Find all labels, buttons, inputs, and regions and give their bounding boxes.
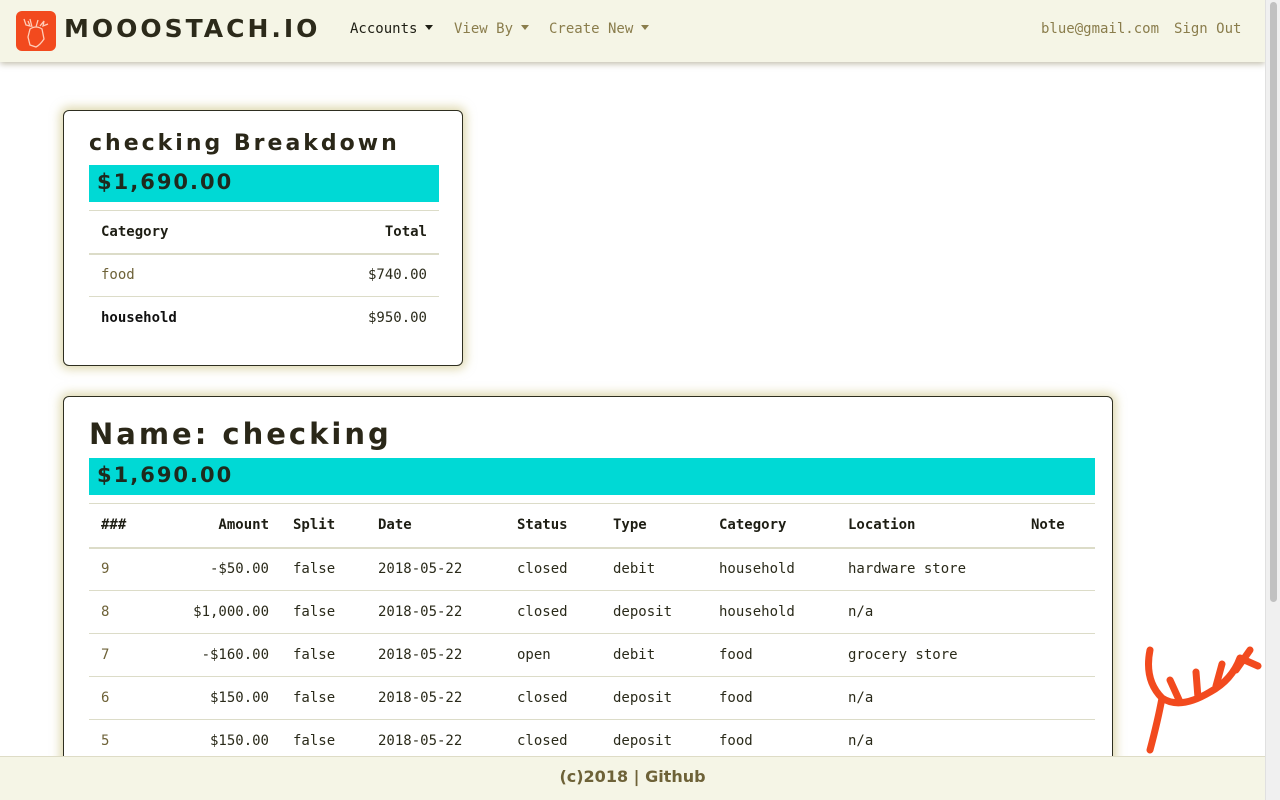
transaction-location: n/a xyxy=(836,676,1019,720)
breakdown-table-wrapper: Category Total food $740.00 household $9… xyxy=(89,210,439,340)
transaction-split: false xyxy=(281,590,366,634)
account-card: Name: checking $1,690.00 ### Amount Spli… xyxy=(63,396,1113,796)
breakdown-table: Category Total food $740.00 household $9… xyxy=(89,210,439,340)
transaction-date: 2018-05-22 xyxy=(366,547,505,591)
brand-title[interactable]: MOOOSTACH.IO xyxy=(64,14,320,43)
transaction-split: false xyxy=(281,633,366,677)
chevron-down-icon xyxy=(641,25,650,30)
transaction-status: closed xyxy=(505,676,601,720)
transaction-location: hardware store xyxy=(836,547,1019,591)
column-header-type: Type xyxy=(601,503,707,549)
nav-accounts-dropdown[interactable]: Accounts xyxy=(350,21,434,37)
transaction-category: household xyxy=(707,547,836,591)
nav-accounts-label: Accounts xyxy=(350,21,418,37)
transaction-category: food xyxy=(707,676,836,720)
transaction-note xyxy=(1019,590,1095,634)
transactions-table: ### Amount Split Date Status Type Catego… xyxy=(89,503,1095,763)
transaction-date: 2018-05-22 xyxy=(366,590,505,634)
transaction-location: n/a xyxy=(836,590,1019,634)
chevron-down-icon xyxy=(521,25,530,30)
sign-out-link[interactable]: Sign Out xyxy=(1174,21,1241,37)
nav-create-new-dropdown[interactable]: Create New xyxy=(549,21,650,37)
account-balance-banner: $1,690.00 xyxy=(89,458,1095,495)
category-link-food[interactable]: food xyxy=(89,253,281,297)
breakdown-card: checking Breakdown $1,690.00 Category To… xyxy=(63,110,463,366)
column-header-category: Category xyxy=(89,210,281,255)
transaction-amount: $1,000.00 xyxy=(151,590,281,634)
column-header-date: Date xyxy=(366,503,505,549)
moose-antler-icon xyxy=(1145,646,1262,754)
transaction-note xyxy=(1019,547,1095,591)
transactions-table-wrapper: ### Amount Split Date Status Type Catego… xyxy=(89,503,1095,763)
transaction-id-link[interactable]: 7 xyxy=(89,633,151,677)
column-header-location: Location xyxy=(836,503,1019,549)
transaction-category: household xyxy=(707,590,836,634)
transaction-date: 2018-05-22 xyxy=(366,676,505,720)
category-link-household[interactable]: household xyxy=(89,297,280,340)
user-email-link[interactable]: blue@gmail.com xyxy=(1041,21,1159,37)
table-row: 7 -$160.00 false 2018-05-22 open debit f… xyxy=(89,633,1095,677)
page-footer: (c)2018 | Github xyxy=(0,756,1265,800)
table-row: household $950.00 xyxy=(89,297,439,340)
table-row: 8 $1,000.00 false 2018-05-22 closed depo… xyxy=(89,590,1095,634)
transaction-category: food xyxy=(707,633,836,677)
top-navbar: MOOOSTACH.IO Accounts View By Create New… xyxy=(0,0,1265,62)
table-header-row: ### Amount Split Date Status Type Catego… xyxy=(89,503,1095,549)
chevron-down-icon xyxy=(425,25,434,30)
transaction-type: deposit xyxy=(601,676,707,720)
footer-text-link[interactable]: (c)2018 | Github xyxy=(559,767,705,786)
nav-view-by-dropdown[interactable]: View By xyxy=(454,21,530,37)
table-row: 9 -$50.00 false 2018-05-22 closed debit … xyxy=(89,547,1095,591)
transaction-type: deposit xyxy=(601,590,707,634)
column-header-amount: Amount xyxy=(151,503,281,549)
account-title: Name: checking xyxy=(89,417,392,451)
transaction-amount: -$50.00 xyxy=(151,547,281,591)
page-scrollbar[interactable] xyxy=(1265,0,1280,800)
transaction-amount: -$160.00 xyxy=(151,633,281,677)
transaction-id-link[interactable]: 8 xyxy=(89,590,151,634)
transaction-amount: $150.00 xyxy=(151,676,281,720)
column-header-split: Split xyxy=(281,503,366,549)
scrollbar-thumb[interactable] xyxy=(1270,2,1277,602)
nav-create-new-label: Create New xyxy=(549,21,634,37)
transaction-status: open xyxy=(505,633,601,677)
transaction-note xyxy=(1019,633,1095,677)
transaction-id-link[interactable]: 9 xyxy=(89,547,151,591)
transaction-type: debit xyxy=(601,547,707,591)
transaction-status: closed xyxy=(505,590,601,634)
transaction-split: false xyxy=(281,547,366,591)
table-header-row: Category Total xyxy=(89,210,439,255)
transaction-date: 2018-05-22 xyxy=(366,633,505,677)
transaction-id-link[interactable]: 6 xyxy=(89,676,151,720)
table-row: 6 $150.00 false 2018-05-22 closed deposi… xyxy=(89,676,1095,720)
moose-icon[interactable] xyxy=(16,11,56,51)
category-total: $950.00 xyxy=(367,310,427,327)
transaction-status: closed xyxy=(505,547,601,591)
table-row: food $740.00 xyxy=(89,253,439,297)
breakdown-total-banner: $1,690.00 xyxy=(89,165,439,202)
transaction-location: grocery store xyxy=(836,633,1019,677)
column-header-status: Status xyxy=(505,503,601,549)
column-header-id: ### xyxy=(89,503,151,549)
category-total: $740.00 xyxy=(280,253,439,297)
column-header-note: Note xyxy=(1019,503,1095,549)
nav-view-by-label: View By xyxy=(454,21,514,37)
transaction-split: false xyxy=(281,676,366,720)
breakdown-title: checking Breakdown xyxy=(89,131,400,156)
transaction-type: debit xyxy=(601,633,707,677)
transaction-note xyxy=(1019,676,1095,720)
column-header-total: Total xyxy=(280,210,439,255)
column-header-category: Category xyxy=(707,503,836,549)
